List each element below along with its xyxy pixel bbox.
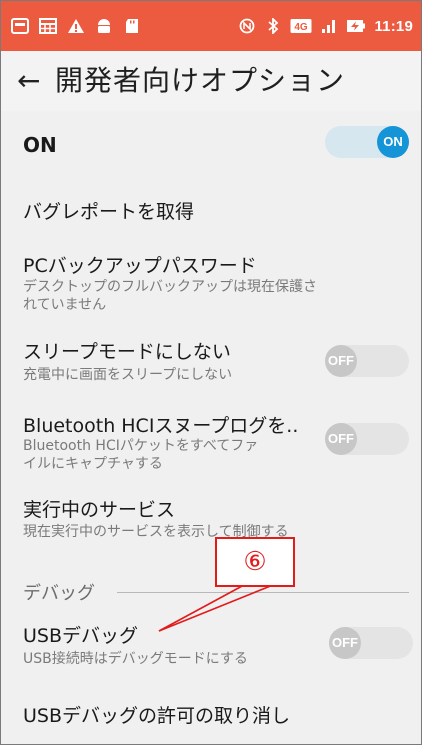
setting-bug-report[interactable]: バグレポートを取得 <box>1 189 421 237</box>
setting-bluetooth-hci-snoop-log[interactable]: Bluetooth HCIスヌープログを.. Bluetooth HCIパケット… <box>1 409 421 479</box>
bluetooth-hci-toggle-switch[interactable]: OFF <box>325 423 409 455</box>
setting-title: 実行中のサービス <box>23 499 176 521</box>
svg-text:4G: 4G <box>295 22 309 33</box>
annotation-callout-box: ⑥ <box>215 537 295 587</box>
setting-summary: 充電中に画面をスリープにしない <box>23 366 232 384</box>
usb-debugging-toggle-switch[interactable]: OFF <box>329 627 413 659</box>
setting-stay-awake[interactable]: スリープモードにしない 充電中に画面をスリープにしない OFF <box>1 335 421 391</box>
calendar-icon <box>39 18 57 34</box>
master-toggle-label: ON <box>23 133 57 157</box>
android-icon <box>98 19 110 33</box>
switch-knob: OFF <box>329 627 361 659</box>
master-toggle-switch[interactable]: ON <box>325 126 409 158</box>
warning-icon <box>68 19 84 33</box>
signal-icon <box>322 20 336 33</box>
sd-card-icon <box>126 19 138 33</box>
setting-title: PCバックアップパスワード <box>23 255 257 277</box>
setting-summary: デスクトップのフルバックアップは現在保護さ れていません <box>23 278 317 314</box>
setting-revoke-usb-debugging[interactable]: USBデバッグの許可の取り消し <box>1 697 421 741</box>
setting-summary: Bluetooth HCIパケットをすべてファ イルにキャプチャする <box>23 437 258 473</box>
battery-charging-icon <box>347 20 366 32</box>
status-bar-left-icons <box>11 18 141 34</box>
setting-summary-line: Bluetooth HCIパケットをすべてファ <box>23 438 259 454</box>
setting-running-services[interactable]: 実行中のサービス 現在実行中のサービスを表示して制御する <box>1 493 421 549</box>
switch-knob: ON <box>377 126 409 158</box>
phone-screen: 4G 11:19 ← 開発者向けオプション ON ON バグレポートを取得 PC… <box>0 0 422 745</box>
switch-knob: OFF <box>325 345 357 377</box>
setting-summary: USB接続時はデバッグモードにする <box>23 650 248 668</box>
setting-title: Bluetooth HCIスヌープログを.. <box>23 415 299 437</box>
page-title: 開発者向けオプション <box>55 64 346 97</box>
setting-title: USBデバッグの許可の取り消し <box>23 705 291 727</box>
section-divider <box>117 592 409 593</box>
status-time: 11:19 <box>374 17 413 35</box>
setting-summary-line: イルにキャプチャする <box>23 456 163 472</box>
setting-summary-line: 充電中に画面をスリープにしない <box>23 367 233 383</box>
status-bar: 4G 11:19 <box>1 1 421 51</box>
setting-title: スリープモードにしない <box>23 341 231 363</box>
annotation-number: ⑥ <box>243 547 267 577</box>
app-header: ← 開発者向けオプション <box>1 51 421 111</box>
back-arrow-icon[interactable]: ← <box>17 65 49 97</box>
status-bar-right-icons: 4G 11:19 <box>238 16 413 36</box>
bluetooth-icon <box>268 18 279 34</box>
setting-summary-line: USB接続時はデバッグモードにする <box>23 651 248 667</box>
nfc-icon <box>240 18 255 34</box>
setting-title: USBデバッグ <box>23 625 139 647</box>
section-header-debug: デバッグ <box>23 583 95 604</box>
switch-knob: OFF <box>325 423 357 455</box>
notification-icon <box>11 18 29 34</box>
developer-options-master-toggle-row[interactable]: ON ON <box>1 113 421 171</box>
setting-summary-line: れていません <box>23 297 107 313</box>
setting-summary-line: デスクトップのフルバックアップは現在保護さ <box>23 279 317 295</box>
setting-pc-backup-password[interactable]: PCバックアップパスワード デスクトップのフルバックアップは現在保護さ れていま… <box>1 249 421 325</box>
lte-icon: 4G <box>290 19 312 33</box>
stay-awake-toggle-switch[interactable]: OFF <box>325 345 409 377</box>
setting-title: バグレポートを取得 <box>23 201 195 223</box>
setting-usb-debugging[interactable]: USBデバッグ USB接続時はデバッグモードにする OFF <box>1 619 421 675</box>
